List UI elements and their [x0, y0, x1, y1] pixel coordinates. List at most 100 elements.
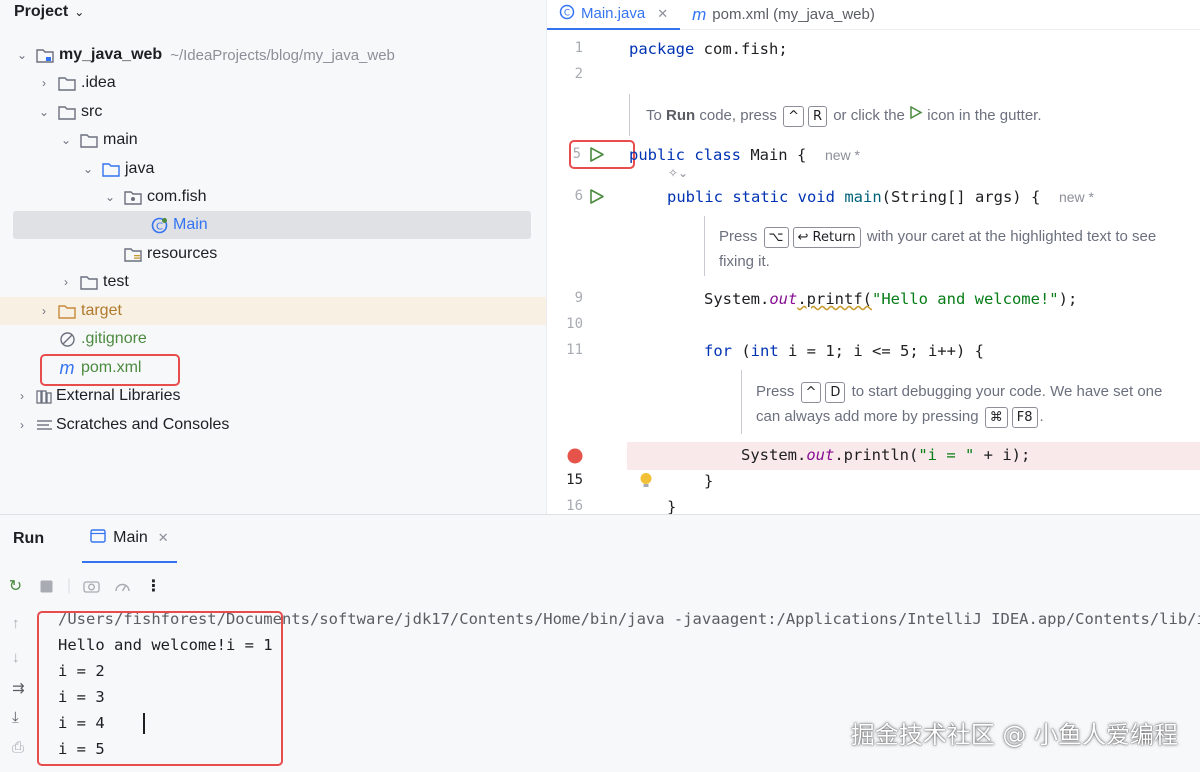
folder-icon	[58, 75, 76, 91]
camera-icon[interactable]	[76, 579, 107, 593]
tree-item-com-fish[interactable]: ⌄ com.fish	[102, 183, 207, 211]
chevron-down-icon[interactable]: ⌄	[74, 5, 84, 19]
key-d: D	[825, 382, 846, 403]
code-line-11[interactable]: for (int i = 1; i <= 5; i++) {	[704, 342, 984, 360]
tree-item-idea[interactable]: › .idea	[36, 69, 116, 97]
toolbar-separator: |	[66, 577, 72, 594]
code-line-1[interactable]: package com.fish;	[629, 40, 788, 58]
chevron-right-icon[interactable]: ›	[58, 275, 74, 289]
tree-item-label: Main	[173, 216, 208, 233]
close-icon[interactable]: ✕	[657, 6, 668, 22]
chevron-down-icon[interactable]: ⌄	[80, 162, 96, 176]
highlight-box-pom	[40, 354, 180, 386]
chevron-right-icon[interactable]: ›	[14, 418, 30, 432]
code-line-9[interactable]: System.out.printf("Hello and welcome!");	[704, 290, 1077, 308]
library-icon	[36, 388, 53, 404]
soft-wrap-icon[interactable]: ⇉	[12, 679, 25, 697]
tip-run: To Run code, press ^ R or click the icon …	[646, 103, 1042, 128]
run-tab-main[interactable]: Main ✕	[82, 515, 177, 563]
run-panel-header: Run Main ✕	[0, 515, 1200, 563]
code-text: );	[1058, 290, 1078, 308]
line-number: 2	[574, 66, 583, 82]
tab-label: pom.xml (my_java_web)	[712, 6, 875, 23]
console-icon	[90, 528, 106, 548]
line-number: 15	[566, 472, 583, 488]
breakpoint-icon[interactable]	[567, 448, 583, 469]
highlight-box-run-gutter	[569, 140, 635, 169]
coverage-icon[interactable]	[107, 579, 138, 593]
tree-item-external-libraries[interactable]: › External Libraries	[14, 382, 181, 410]
tree-item-root[interactable]: ⌄ my_java_web ~/IdeaProjects/blog/my_jav…	[14, 41, 395, 69]
code-line-14[interactable]: System.out.println("i = " + i);	[741, 446, 1030, 464]
tree-item-label: target	[81, 302, 122, 319]
project-title: Project	[14, 3, 69, 20]
arrow-down-icon[interactable]: ↓	[12, 649, 20, 666]
scroll-to-end-icon[interactable]: ⤓	[12, 709, 19, 726]
code-editor[interactable]: C Main.java ✕ m pom.xml (my_java_web) 1 …	[546, 0, 1200, 514]
tip-bar	[629, 94, 630, 136]
keyword: package	[629, 40, 695, 58]
tree-item-label: com.fish	[147, 188, 207, 205]
tip-text: To	[646, 107, 662, 124]
stop-icon[interactable]	[31, 580, 62, 593]
lightbulb-icon[interactable]	[639, 472, 653, 495]
chevron-down-icon[interactable]: ⌄	[36, 105, 52, 119]
key-ctrl: ^	[800, 382, 822, 403]
code-text: .println(	[834, 446, 919, 464]
tip-bar	[704, 216, 705, 276]
tip-debug: Press ^ D to start debugging your code. W…	[756, 379, 1162, 429]
run-panel: Run Main ✕ ↻ | ⋮ ↑ ↓ ⇉ ⤓ ⎙ /Users/fishfo…	[0, 514, 1200, 772]
project-panel-header[interactable]: Project ⌄	[0, 0, 84, 24]
chevron-right-icon[interactable]: ›	[14, 389, 30, 403]
print-icon[interactable]: ⎙	[12, 739, 24, 756]
keyword: public class	[629, 146, 741, 164]
key-f8: F8	[1011, 407, 1038, 428]
tree-item-target[interactable]: › target	[0, 297, 546, 325]
field-name: out	[769, 290, 798, 308]
highlight-box-console	[37, 611, 283, 766]
chevron-down-icon[interactable]: ⌄	[102, 190, 118, 204]
close-icon[interactable]: ✕	[158, 530, 169, 546]
code-line-5[interactable]: public class Main { new *	[629, 146, 860, 164]
code-text: Main {	[740, 146, 807, 164]
tip-text: fixing it.	[719, 253, 770, 270]
key-cmd: ⌘	[984, 407, 1008, 428]
tree-item-label: main	[103, 131, 138, 148]
svg-text:C: C	[564, 8, 570, 18]
tip-text: to start debugging your code. We have se…	[851, 383, 1163, 400]
author-hint: new *	[1058, 189, 1094, 205]
arrow-up-icon[interactable]: ↑	[12, 615, 20, 632]
code-line-16[interactable]: }	[667, 498, 676, 514]
tab-main-java[interactable]: C Main.java ✕	[547, 0, 681, 30]
line-number: 9	[574, 290, 583, 306]
tree-item-java[interactable]: ⌄ java	[80, 155, 154, 183]
tab-pom-xml[interactable]: m pom.xml (my_java_web)	[680, 0, 887, 30]
ai-hint-icon[interactable]: ✧⌄	[668, 166, 688, 180]
tree-item-resources[interactable]: resources	[102, 240, 217, 268]
tree-item-gitignore[interactable]: .gitignore	[36, 325, 147, 353]
code-text: System.	[704, 290, 770, 308]
chevron-right-icon[interactable]: ›	[36, 304, 52, 318]
keyword: public static void	[667, 188, 835, 206]
code-line-15[interactable]: }	[704, 472, 713, 490]
chevron-right-icon[interactable]: ›	[36, 76, 52, 90]
rerun-icon[interactable]: ↻	[0, 576, 31, 596]
tree-item-src[interactable]: ⌄ src	[36, 98, 102, 126]
tree-item-main-class[interactable]: C Main	[13, 211, 531, 239]
chevron-down-icon[interactable]: ⌄	[58, 133, 74, 147]
tip-text: Run	[666, 107, 696, 124]
tree-item-scratches[interactable]: › Scratches and Consoles	[14, 411, 229, 439]
more-options-icon[interactable]: ⋮	[138, 576, 169, 596]
line-number: 16	[566, 498, 583, 514]
tree-item-label: resources	[147, 245, 218, 262]
tree-item-label: src	[81, 103, 103, 120]
tree-item-test[interactable]: › test	[58, 268, 129, 296]
chevron-down-icon[interactable]: ⌄	[14, 48, 30, 62]
scratches-icon	[36, 417, 53, 433]
field-name: out	[806, 446, 835, 464]
code-text: i = 1; i <= 5; i++) {	[778, 342, 984, 360]
tree-item-main[interactable]: ⌄ main	[58, 126, 138, 154]
code-line-6[interactable]: public static void main(String[] args) {…	[667, 188, 1094, 206]
run-gutter-icon[interactable]	[589, 188, 605, 210]
tree-item-label: External Libraries	[56, 387, 181, 404]
